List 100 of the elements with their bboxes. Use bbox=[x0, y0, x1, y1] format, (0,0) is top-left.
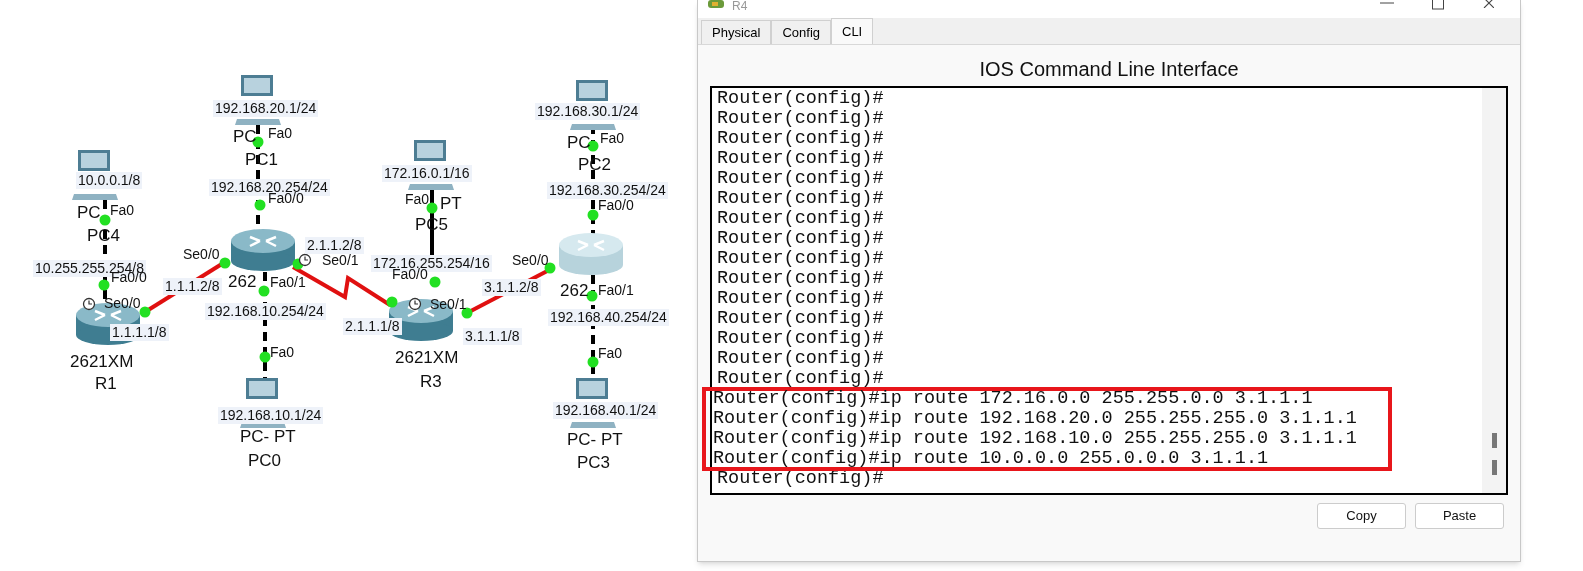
terminal-line: Router(config)# bbox=[717, 291, 885, 307]
terminal-line: Router(config)# bbox=[717, 351, 885, 367]
address-label: 1.1.1.1/8 bbox=[110, 324, 169, 341]
scrollbar[interactable] bbox=[1482, 88, 1506, 493]
address-label: 192.168.10.1/24 bbox=[218, 407, 324, 424]
model-label: PC- PT bbox=[240, 427, 296, 447]
model-label: 2621XM bbox=[70, 352, 134, 372]
interface-label: Fa0 bbox=[110, 202, 135, 219]
interface-label: Fa0 bbox=[598, 345, 623, 362]
terminal-line: Router(config)# bbox=[717, 171, 885, 187]
address-label: 192.168.30.254/24 bbox=[547, 182, 668, 199]
terminal-line: Router(config)#ip route 172.16.0.0 255.255.0.0 3.1.1.1 bbox=[713, 391, 1314, 407]
address-label: 172.16.0.1/16 bbox=[382, 165, 472, 182]
terminal-line: Router(config)#ip route 192.168.20.0 255.255.255.0 3.1.1.1 bbox=[713, 411, 1358, 427]
link-light-icon bbox=[587, 356, 599, 368]
tab[interactable]: Config bbox=[771, 20, 831, 44]
model-label: PC bbox=[77, 203, 101, 223]
interface-label: Se0/0 bbox=[512, 252, 549, 269]
link-light-icon bbox=[386, 296, 398, 308]
interface-label: Se0/1 bbox=[322, 252, 359, 269]
link-light-icon bbox=[461, 307, 473, 319]
computer-icon[interactable] bbox=[241, 75, 273, 96]
interface-label: Fa0/1 bbox=[598, 282, 634, 299]
model-label: PC bbox=[567, 133, 591, 153]
computer-icon[interactable] bbox=[414, 140, 446, 161]
model-label: PC bbox=[233, 127, 257, 147]
link-light-icon bbox=[258, 285, 270, 297]
link-light-icon bbox=[429, 276, 441, 288]
interface-label: Fa0 bbox=[268, 125, 293, 142]
address-label: 2.1.1.2/8 bbox=[305, 237, 364, 254]
model-label: PC- PT bbox=[567, 430, 623, 450]
model-label: 262 bbox=[560, 281, 589, 301]
interface-label: Fa0 bbox=[600, 130, 625, 147]
interface-label: Fa0/1 bbox=[270, 274, 306, 291]
terminal-line: Router(config)# bbox=[717, 331, 885, 347]
tab[interactable]: CLI bbox=[831, 18, 874, 44]
link-light-icon bbox=[586, 290, 598, 302]
address-label: 192.168.30.1/24 bbox=[535, 103, 641, 120]
maximize-icon[interactable] bbox=[1432, 0, 1444, 10]
terminal-line: Router(config)# bbox=[717, 151, 885, 167]
scrollbar-thumb[interactable] bbox=[1491, 460, 1497, 475]
computer-icon[interactable] bbox=[576, 80, 608, 101]
device-name: PC0 bbox=[248, 451, 282, 471]
interface-label: Fa0 bbox=[270, 344, 295, 361]
close-icon[interactable] bbox=[1482, 0, 1494, 8]
model-label: 2621XM bbox=[395, 348, 459, 368]
terminal-line: Router(config)#ip route 10.0.0.0 255.0.0.0 3.1.1.1 bbox=[713, 451, 1270, 467]
keyboard-icon bbox=[570, 422, 616, 428]
clock-icon bbox=[408, 297, 422, 311]
device-name: PC4 bbox=[87, 226, 121, 246]
terminal-line: Router(config)# bbox=[717, 311, 885, 327]
address-label: 3.1.1.2/8 bbox=[482, 279, 541, 296]
keyboard-icon bbox=[72, 194, 118, 200]
interface-label: Se0/0 bbox=[104, 295, 141, 312]
window-title: R4 bbox=[732, 0, 748, 12]
computer-icon[interactable] bbox=[246, 378, 278, 399]
address-label: 192.168.10.254/24 bbox=[205, 303, 326, 320]
address-label: 192.168.20.1/24 bbox=[213, 100, 319, 117]
action-button[interactable]: Copy bbox=[1317, 503, 1406, 529]
terminal-line: Router(config)# bbox=[717, 251, 885, 267]
link-light-icon bbox=[219, 257, 231, 269]
keyboard-icon bbox=[570, 124, 616, 130]
scrollbar-thumb[interactable] bbox=[1491, 433, 1497, 448]
link-light-icon bbox=[587, 209, 599, 221]
terminal-line: Router(config)# bbox=[717, 191, 885, 207]
terminal-line: Router(config)# bbox=[717, 271, 885, 287]
link-light-icon bbox=[426, 202, 438, 214]
address-label: 192.168.40.254/24 bbox=[548, 309, 669, 326]
device-name: PC3 bbox=[577, 453, 611, 473]
model-label: 262 bbox=[228, 272, 257, 292]
tab[interactable]: Physical bbox=[701, 20, 772, 44]
device-name: PC2 bbox=[578, 155, 612, 175]
clock-icon bbox=[298, 253, 312, 267]
action-button[interactable]: Paste bbox=[1415, 503, 1504, 529]
clock-icon bbox=[82, 297, 96, 311]
terminal-line: Router(config)# bbox=[717, 371, 885, 387]
model-label: PT bbox=[440, 194, 462, 214]
address-label: 2.1.1.1/8 bbox=[343, 318, 402, 335]
terminal-line: Router(config)# bbox=[717, 131, 885, 147]
address-label: 1.1.1.2/8 bbox=[163, 278, 222, 295]
terminal-line: Router(config)# bbox=[717, 211, 885, 227]
keyboard-icon bbox=[235, 119, 281, 125]
minimize-icon[interactable] bbox=[1380, 0, 1394, 6]
device-name: R1 bbox=[95, 374, 117, 394]
computer-icon[interactable] bbox=[576, 378, 608, 399]
interface-label: Fa0/0 bbox=[598, 197, 634, 214]
link-light-icon bbox=[139, 306, 151, 318]
address-label: 10.0.0.1/8 bbox=[76, 172, 143, 189]
computer-icon[interactable] bbox=[78, 150, 110, 171]
terminal-line: Router(config)# bbox=[717, 91, 885, 107]
link-light-icon bbox=[254, 199, 266, 211]
app-icon bbox=[708, 0, 724, 10]
link-light-icon bbox=[259, 351, 271, 363]
keyboard-icon bbox=[408, 184, 454, 190]
device-name: PC1 bbox=[245, 150, 279, 170]
address-label: 3.1.1.1/8 bbox=[463, 328, 522, 345]
terminal-line: Router(config)# bbox=[717, 471, 885, 487]
interface-label: Se0/0 bbox=[183, 246, 220, 263]
interface-label: Se0/1 bbox=[430, 296, 467, 313]
terminal-line: Router(config)#ip route 192.168.10.0 255.255.255.0 3.1.1.1 bbox=[713, 431, 1358, 447]
